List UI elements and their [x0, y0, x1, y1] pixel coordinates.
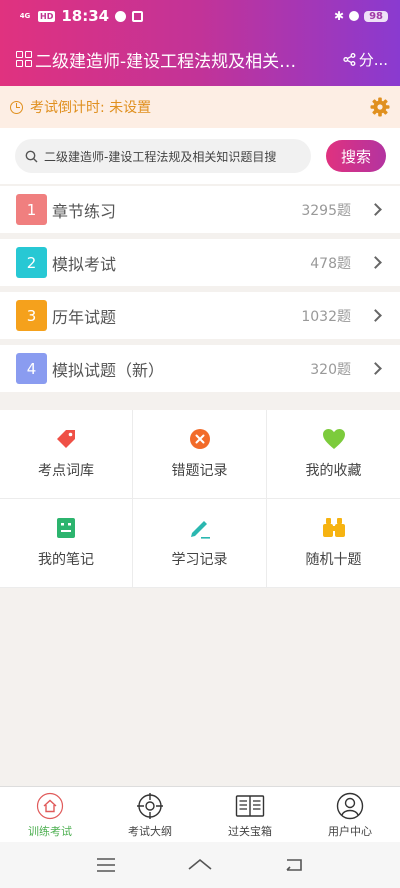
tool-label: 我的收藏: [305, 463, 362, 479]
x-circle-icon: [189, 429, 210, 449]
home-icon: [36, 792, 64, 820]
tag-icon: [57, 430, 75, 448]
menu-count: 1032题: [301, 308, 351, 325]
tool-study-records[interactable]: 学习记录: [133, 499, 267, 588]
share-icon: [343, 52, 356, 66]
heart-icon: [322, 429, 345, 449]
user-icon: [336, 792, 364, 820]
menu-item-mock-exam[interactable]: 2 模拟考试 478题: [0, 239, 400, 286]
tool-label: 考点词库: [38, 463, 94, 479]
menu-label: 章节练习: [52, 201, 117, 221]
search-area: 搜索: [0, 128, 400, 184]
bluetooth-icon: ✱: [334, 9, 345, 23]
tool-label: 错题记录: [171, 463, 228, 479]
menu-nav-icon[interactable]: [95, 857, 117, 873]
exam-countdown-bar[interactable]: 考试倒计时: 未设置: [0, 86, 400, 128]
menu-label: 模拟试题（新）: [52, 360, 165, 380]
menu-item-past-papers[interactable]: 3 历年试题 1032题: [0, 292, 400, 339]
chevron-right-icon: [369, 362, 382, 375]
battery-indicator: 98: [364, 10, 388, 22]
tab-treasure-box[interactable]: 过关宝箱: [200, 787, 300, 842]
menu-count: 3295题: [301, 202, 351, 219]
tab-training-exam[interactable]: 训练考试: [0, 787, 100, 842]
menu-count: 478题: [310, 255, 351, 272]
tools-grid: 考点词库 错题记录 我的收藏 我的笔记 学习记录 随机十题: [0, 410, 400, 588]
menu-count: 320题: [310, 361, 351, 378]
chevron-right-icon: [369, 309, 382, 322]
menu-item-mock-questions-new[interactable]: 4 模拟试题（新） 320题: [0, 345, 400, 392]
tool-wrong-answers[interactable]: 错题记录: [133, 410, 267, 499]
tool-keyword-bank[interactable]: 考点词库: [0, 410, 133, 499]
tool-label: 我的笔记: [38, 552, 94, 568]
tool-favorites[interactable]: 我的收藏: [267, 410, 400, 499]
chevron-right-icon: [369, 256, 382, 269]
tool-label: 学习记录: [171, 552, 228, 568]
tab-label: 用户中心: [328, 825, 372, 838]
menu-number-badge: 1: [16, 194, 47, 225]
home-nav-icon[interactable]: [187, 857, 213, 873]
network-indicator: 4G: [19, 11, 31, 20]
grid-menu-icon[interactable]: [16, 51, 32, 67]
app-notification-icon: [132, 10, 144, 22]
status-bar: 4G HD 18:34 ✱ 98: [0, 0, 400, 32]
menu-label: 模拟考试: [52, 254, 117, 274]
gear-icon[interactable]: [370, 97, 390, 117]
app-header: 4G HD 18:34 ✱ 98 二级建造师-建设工程法规及相关… 分...: [0, 0, 400, 86]
back-nav-icon[interactable]: [283, 857, 305, 873]
search-box[interactable]: [15, 139, 311, 173]
chevron-right-icon: [369, 203, 382, 216]
tab-label: 训练考试: [28, 825, 72, 838]
status-time: 18:34: [61, 7, 110, 25]
tab-exam-outline[interactable]: 考试大纲: [100, 787, 200, 842]
menu-item-chapter-practice[interactable]: 1 章节练习 3295题: [0, 186, 400, 233]
search-icon: [25, 150, 38, 162]
clock-icon: [10, 100, 23, 114]
menu-label: 历年试题: [52, 307, 117, 327]
tool-random-ten[interactable]: 随机十题: [267, 499, 400, 588]
system-nav-bar: [0, 842, 400, 888]
tool-label: 随机十题: [305, 552, 362, 568]
bottom-tab-bar: 训练考试 考试大纲 过关宝箱 用户中心: [0, 786, 400, 842]
tab-user-center[interactable]: 用户中心: [300, 787, 400, 842]
countdown-text: 考试倒计时: 未设置: [30, 100, 152, 116]
menu-number-badge: 3: [16, 300, 47, 331]
tab-label: 考试大纲: [128, 825, 172, 838]
target-icon: [137, 793, 163, 819]
notification-icon: [115, 10, 127, 22]
share-label: 分...: [358, 50, 388, 69]
menu-number-badge: 2: [16, 247, 47, 278]
tool-notes[interactable]: 我的笔记: [0, 499, 133, 588]
note-icon: [57, 518, 75, 538]
search-input[interactable]: [44, 149, 294, 163]
pencil-icon: [190, 521, 210, 539]
share-button[interactable]: 分...: [343, 49, 388, 70]
page-title: 二级建造师-建设工程法规及相关…: [35, 51, 297, 72]
hd-badge: HD: [38, 10, 56, 22]
alarm-icon: [349, 11, 360, 21]
menu-number-badge: 4: [16, 353, 47, 384]
book-icon: [235, 795, 265, 817]
binoculars-icon: [322, 518, 345, 537]
tab-label: 过关宝箱: [228, 825, 272, 838]
search-button[interactable]: 搜索: [326, 140, 386, 172]
